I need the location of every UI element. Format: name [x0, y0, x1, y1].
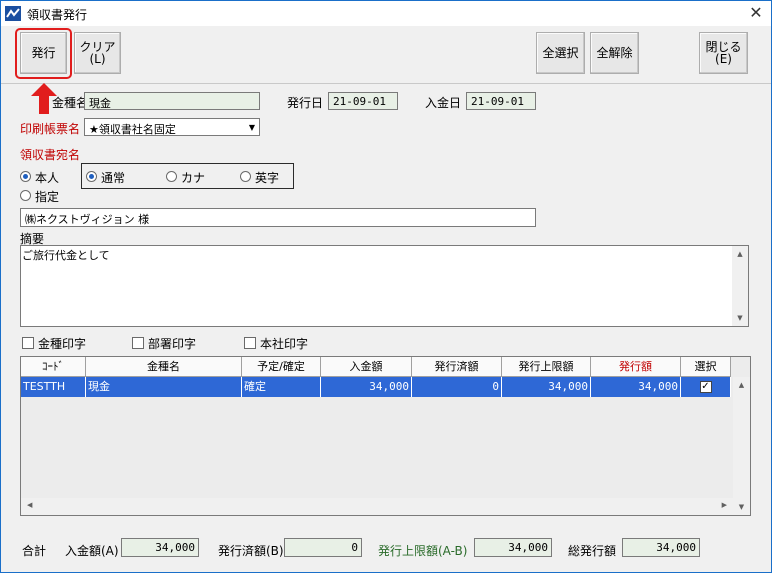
cell-select: ✓	[681, 377, 731, 397]
clear-button[interactable]: クリア (L)	[74, 32, 121, 74]
scroll-up-icon[interactable]: ▲	[732, 246, 748, 262]
deselect-all-label: 全解除	[596, 46, 633, 60]
deposit-date-label: 入金日	[425, 96, 462, 110]
kinsyu-field: 現金	[84, 92, 260, 110]
select-all-label: 全選択	[542, 46, 579, 60]
grid-header: ｺｰﾄﾞ 金種名 予定/確定 入金額 発行済額 発行上限額 発行額 選択	[21, 357, 731, 377]
issue-date-field[interactable]: 21-09-01	[328, 92, 398, 110]
memo-scrollbar[interactable]: ▲ ▼	[732, 246, 748, 326]
deselect-all-button[interactable]: 全解除	[590, 32, 639, 74]
col-select[interactable]: 選択	[681, 357, 731, 377]
cell-amount[interactable]: 34,000	[591, 377, 681, 397]
print-dept-checkbox[interactable]	[132, 337, 144, 349]
scroll-up-icon[interactable]: ▲	[733, 381, 750, 389]
grid-horizontal-scrollbar[interactable]: ◀ ▶	[21, 498, 733, 515]
scroll-down-icon[interactable]: ▼	[732, 310, 748, 326]
close-button[interactable]: 閉じる (E)	[699, 32, 748, 74]
total-issue-label: 総発行額	[568, 544, 617, 558]
radio-person-label: 本人	[35, 171, 60, 185]
totals-label: 合計	[22, 544, 47, 558]
scroll-left-icon[interactable]: ◀	[27, 501, 32, 509]
app-logo-icon	[5, 6, 21, 21]
print-hq-label: 本社印字	[260, 337, 309, 351]
cell-deposit: 34,000	[321, 377, 412, 397]
col-amount[interactable]: 発行額	[591, 357, 681, 377]
cell-limit: 34,000	[502, 377, 591, 397]
total-limit-label: 発行上限額(A-B)	[378, 544, 468, 558]
title-bar: 領収書発行 ✕	[1, 1, 771, 26]
addressee-input[interactable]: ㈱ネクストヴィジョン 様	[20, 208, 536, 227]
col-limit[interactable]: 発行上限額	[502, 357, 591, 377]
memo-textarea[interactable]: ご旅行代金として ▲ ▼	[20, 245, 749, 327]
kinsyu-label: 金種名	[52, 96, 89, 110]
total-issued-field: 0	[284, 538, 362, 557]
chevron-down-icon: ▼	[248, 123, 255, 132]
print-form-select[interactable]: ★領収書社名固定 ▼	[84, 118, 260, 136]
col-issued[interactable]: 発行済額	[412, 357, 502, 377]
cell-code: TESTTH	[21, 377, 86, 397]
cell-status: 確定	[242, 377, 321, 397]
receipt-issue-window: 領収書発行 ✕ 発行 クリア (L) 全選択 全解除 閉じる (E) 金種名 現…	[0, 0, 772, 573]
radio-specify[interactable]	[20, 190, 31, 201]
mode-english-label: 英字	[255, 171, 280, 185]
scroll-down-icon[interactable]: ▼	[733, 503, 750, 511]
radio-specify-label: 指定	[35, 190, 60, 204]
deposit-date-field: 21-09-01	[466, 92, 536, 110]
receipt-addressee-label: 領収書宛名	[20, 148, 81, 162]
print-form-label: 印刷帳票名	[20, 122, 81, 136]
scroll-right-icon[interactable]: ▶	[722, 501, 727, 509]
select-checkbox[interactable]: ✓	[699, 381, 712, 393]
total-issue-field: 34,000	[622, 538, 700, 557]
highlight-box	[15, 28, 72, 79]
radio-person[interactable]	[20, 171, 31, 182]
grid-vertical-scrollbar[interactable]: ▲ ▼	[733, 377, 750, 515]
col-code[interactable]: ｺｰﾄﾞ	[21, 357, 86, 377]
print-dept-label: 部署印字	[148, 337, 197, 351]
col-kinsyu[interactable]: 金種名	[86, 357, 242, 377]
col-deposit[interactable]: 入金額	[321, 357, 412, 377]
print-kinsyu-label: 金種印字	[38, 337, 87, 351]
cell-kinsyu: 現金	[86, 377, 242, 397]
print-kinsyu-checkbox[interactable]	[22, 337, 34, 349]
memo-text: ご旅行代金として	[22, 249, 110, 262]
radio-mode-english[interactable]	[240, 171, 251, 182]
print-form-value: ★領収書社名固定	[89, 123, 176, 136]
close-button-key: (E)	[715, 52, 732, 66]
table-row[interactable]: TESTTH 現金 確定 34,000 0 34,000 34,000 ✓	[21, 377, 731, 397]
print-hq-checkbox[interactable]	[244, 337, 256, 349]
select-all-button[interactable]: 全選択	[536, 32, 585, 74]
total-issued-label: 発行済額(B)	[218, 544, 284, 558]
issue-date-label: 発行日	[287, 96, 324, 110]
total-limit-field: 34,000	[474, 538, 552, 557]
cell-issued: 0	[412, 377, 502, 397]
radio-mode-kana[interactable]	[166, 171, 177, 182]
col-status[interactable]: 予定/確定	[242, 357, 321, 377]
receipt-grid: ｺｰﾄﾞ 金種名 予定/確定 入金額 発行済額 発行上限額 発行額 選択 TES…	[20, 356, 751, 516]
toolbar: 発行 クリア (L) 全選択 全解除 閉じる (E)	[1, 26, 771, 84]
window-title: 領収書発行	[27, 8, 88, 22]
total-deposit-label: 入金額(A)	[65, 544, 119, 558]
radio-mode-normal[interactable]	[86, 171, 97, 182]
total-deposit-field: 34,000	[121, 538, 199, 557]
mode-kana-label: カナ	[181, 171, 206, 185]
close-icon[interactable]: ✕	[745, 3, 767, 23]
clear-button-key: (L)	[89, 52, 106, 66]
mode-normal-label: 通常	[101, 171, 126, 185]
